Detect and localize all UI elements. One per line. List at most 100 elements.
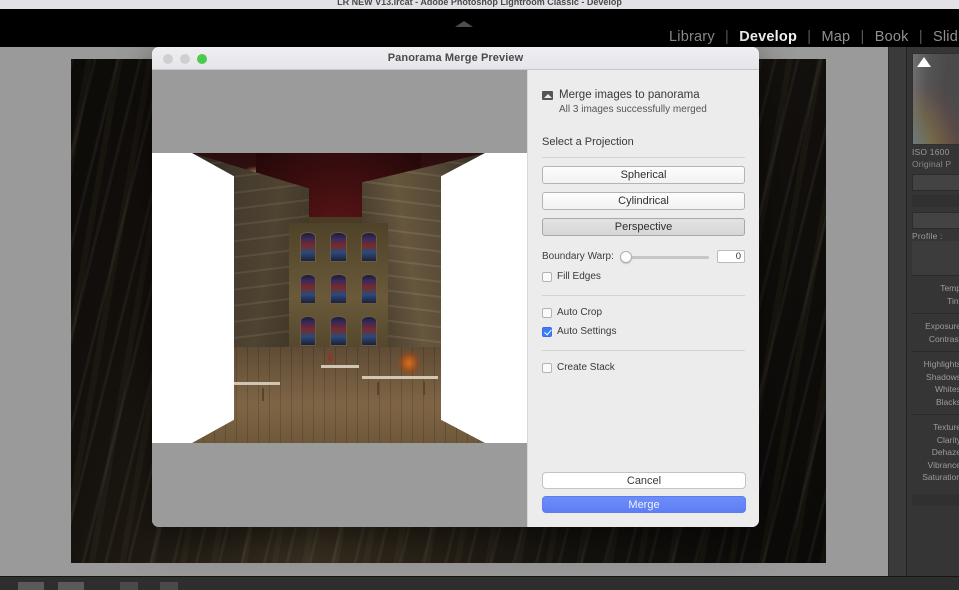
stained-glass-window (360, 316, 378, 347)
checkbox-box-icon[interactable] (542, 362, 552, 373)
checkbox-box-icon[interactable] (542, 271, 552, 282)
slider-track (619, 255, 709, 259)
shadow-clipping-indicator-icon[interactable] (917, 57, 931, 67)
projection-section-label: Select a Projection (542, 136, 634, 148)
panorama-photo-content (192, 153, 485, 443)
projection-spherical-button[interactable]: Spherical (542, 166, 745, 184)
checkbox-label: Create Stack (557, 362, 615, 373)
tone-detail-slider-group: Highlights Shadows Whites Blacks (911, 351, 959, 414)
lightroom-top-bar: Library | Develop | Map | Book | Slid (0, 9, 959, 47)
projection-cylindrical-button[interactable]: Cylindrical (542, 192, 745, 210)
panorama-options-pane: Merge images to panorama All 3 images su… (527, 70, 759, 527)
histogram-curve (913, 54, 959, 144)
table-leg (262, 387, 265, 401)
checkbox-auto-settings[interactable]: Auto Settings (542, 326, 745, 337)
stained-glass-window-row (293, 316, 385, 347)
slider-label-blacks[interactable]: Blacks (911, 396, 959, 409)
filmstrip-thumbnail[interactable] (18, 582, 44, 590)
stained-glass-window-row (293, 273, 385, 305)
slider-label-temp[interactable]: Temp (911, 282, 959, 295)
trestle-table (361, 376, 439, 380)
panorama-preview-image (152, 153, 527, 443)
checkbox-create-stack[interactable]: Create Stack (542, 362, 745, 373)
stained-glass-window (330, 316, 347, 347)
filmstrip[interactable] (0, 576, 959, 590)
stained-glass-window (330, 273, 347, 305)
divider (542, 295, 745, 296)
slider-label-tint[interactable]: Tint (911, 295, 959, 308)
divider (542, 157, 745, 158)
boundary-warp-slider[interactable] (619, 250, 709, 263)
warp-edge-right (441, 153, 485, 443)
filmstrip-thumbnail[interactable] (160, 582, 178, 590)
trestle-table (320, 364, 359, 368)
panel-switch-strip[interactable] (912, 493, 959, 506)
wb-slider-group: Temp Tint (911, 275, 959, 313)
module-slideshow[interactable]: Slid (932, 29, 959, 45)
preset-row[interactable] (912, 212, 959, 229)
slider-label-dehaze[interactable]: Dehaze (911, 446, 959, 459)
checkbox-fill-edges[interactable]: Fill Edges (542, 271, 745, 282)
presence-slider-group: Texture Clarity Dehaze Vibrance Saturati… (911, 414, 959, 490)
slider-label-saturation[interactable]: Saturation (911, 471, 959, 484)
projection-perspective-button[interactable]: Perspective (542, 218, 745, 236)
checkbox-label: Auto Crop (557, 307, 603, 318)
boundary-warp-value[interactable]: 0 (717, 250, 745, 263)
stained-glass-window (299, 316, 317, 347)
slider-label-exposure[interactable]: Exposure (911, 320, 959, 333)
slider-label-highlights[interactable]: Highlights (911, 358, 959, 371)
original-photo-label: Original P (912, 159, 952, 169)
module-library[interactable]: Library (668, 29, 716, 45)
module-separator: | (860, 29, 865, 45)
checkbox-box-icon[interactable] (542, 326, 552, 337)
slider-label-clarity[interactable]: Clarity (911, 434, 959, 447)
histogram-panel[interactable] (912, 53, 959, 145)
slider-label-shadows[interactable]: Shadows (911, 371, 959, 384)
slider-label-whites[interactable]: Whites (911, 383, 959, 396)
develop-right-panel: ISO 1600 Original P Profile : Temp Tint … (888, 47, 959, 576)
checkbox-box-icon[interactable] (542, 307, 552, 318)
altar-flowers (397, 350, 421, 377)
boundary-warp-label: Boundary Warp: (542, 251, 614, 262)
slider-knob[interactable] (619, 250, 632, 263)
stained-glass-window (330, 231, 347, 262)
cancel-button[interactable]: Cancel (542, 472, 746, 489)
checkbox-label: Auto Settings (557, 326, 617, 337)
module-develop[interactable]: Develop (738, 29, 798, 45)
panorama-merge-preview-dialog: Panorama Merge Preview Merge images to p… (152, 47, 759, 527)
module-separator: | (807, 29, 812, 45)
slider-label-texture[interactable]: Texture (911, 421, 959, 434)
collapse-panel-arrow-icon[interactable] (455, 21, 473, 27)
warp-edge-left (192, 153, 234, 443)
seated-person (328, 353, 333, 363)
dialog-titlebar[interactable]: Panorama Merge Preview (152, 47, 759, 70)
module-separator: | (918, 29, 923, 45)
stained-glass-window-row (293, 231, 385, 262)
crop-toolstrip[interactable] (912, 174, 959, 191)
module-separator: | (725, 29, 729, 45)
filmstrip-thumbnail[interactable] (58, 582, 84, 590)
merge-status-block: Merge images to panorama (542, 88, 745, 102)
checkbox-auto-crop[interactable]: Auto Crop (542, 307, 745, 318)
app-root: LR NEW V13.lrcat - Adobe Photoshop Light… (0, 0, 959, 590)
right-panel-inner: ISO 1600 Original P Profile : Temp Tint … (906, 47, 959, 576)
panorama-preview-pane[interactable] (152, 70, 527, 527)
slider-label-vibrance[interactable]: Vibrance (911, 459, 959, 472)
stained-glass-window (360, 273, 378, 305)
table-leg (423, 382, 426, 396)
boundary-warp-row: Boundary Warp: 0 (542, 250, 745, 263)
tone-slider-group: Exposure Contrast (911, 313, 959, 351)
filmstrip-thumbnail[interactable] (120, 582, 138, 590)
panel-header-strip[interactable] (912, 195, 959, 207)
module-map[interactable]: Map (820, 29, 851, 45)
checkbox-label: Fill Edges (557, 271, 601, 282)
slider-label-contrast[interactable]: Contrast (911, 333, 959, 346)
merge-button[interactable]: Merge (542, 496, 746, 513)
divider (542, 350, 745, 351)
profile-label: Profile : (912, 231, 943, 241)
module-book[interactable]: Book (874, 29, 910, 45)
stained-glass-window (299, 231, 317, 262)
white-balance-eyedropper-icon[interactable] (912, 241, 959, 275)
stained-glass-window (360, 231, 378, 262)
iso-label: ISO 1600 (912, 147, 950, 157)
